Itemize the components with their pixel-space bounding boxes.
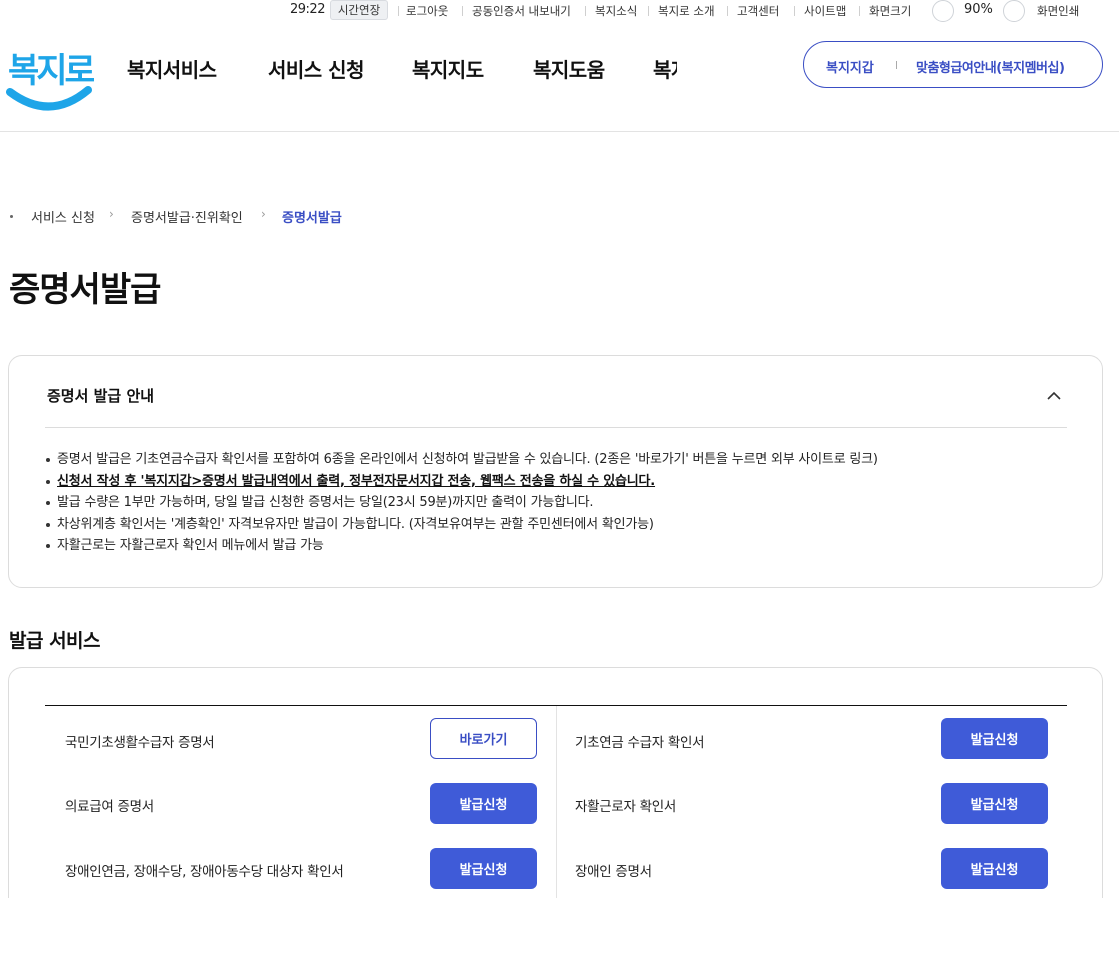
service-name: 기초연금 수급자 확인서	[575, 735, 705, 751]
divider	[727, 6, 728, 16]
guide-item: 증명서 발급은 기초연금수급자 확인서를 포함하여 6종을 온라인에서 신청하여…	[45, 449, 878, 471]
screen-size-label: 화면크기	[869, 4, 912, 18]
issuance-service-panel: 국민기초생활수급자 증명서 바로가기 기초연금 수급자 확인서 발급신청 의료급…	[8, 667, 1103, 927]
welfare-wallet-link[interactable]: 복지지갑	[826, 57, 874, 76]
sitemap-link[interactable]: 사이트맵	[804, 3, 846, 19]
guide-item-emphasis: 신청서 작성 후 '복지지갑>증명서 발급내역에서 출력, 정부전자문서지갑 전…	[45, 471, 878, 493]
divider	[648, 6, 649, 16]
guide-item: 자활근로는 자활근로자 확인서 메뉴에서 발급 가능	[45, 535, 878, 557]
zoom-in-button[interactable]	[1003, 0, 1025, 22]
export-certificate-link[interactable]: 공동인증서 내보내기	[472, 3, 571, 19]
utility-bar: 29:22 시간연장 로그아웃 공동인증서 내보내기 복지소식 복지로 소개 고…	[0, 0, 1119, 22]
apply-button[interactable]: 발급신청	[941, 783, 1048, 824]
service-name: 장애인 증명서	[575, 864, 652, 880]
customer-center-link[interactable]: 고객센터	[737, 3, 779, 19]
apply-button[interactable]: 발급신청	[430, 848, 537, 889]
extend-session-button[interactable]: 시간연장	[330, 0, 388, 20]
divider	[462, 6, 463, 16]
print-link[interactable]: 화면인쇄	[1037, 3, 1079, 19]
nav-welfare-help[interactable]: 복지도움	[533, 54, 605, 83]
guide-item: 차상위계층 확인서는 '계층확인' 자격보유자만 발급이 가능합니다. (자격보…	[45, 514, 878, 536]
service-name: 자활근로자 확인서	[575, 799, 676, 815]
nav-welfare-more[interactable]: 복지	[653, 54, 677, 83]
breadcrumb-current: 증명서발급	[282, 211, 342, 226]
service-name: 국민기초생활수급자 증명서	[65, 735, 215, 751]
zoom-level: 90%	[964, 2, 993, 17]
divider	[585, 6, 586, 16]
apply-button[interactable]: 발급신청	[941, 848, 1048, 889]
chevron-right-icon: ›	[261, 207, 266, 221]
bokjiro-logo-icon: 복지로	[6, 51, 99, 111]
service-section-title: 발급 서비스	[9, 630, 101, 652]
logo-text: 복지로	[8, 51, 94, 91]
breadcrumb-item[interactable]: 서비스 신청	[31, 207, 95, 226]
header-divider	[0, 131, 1119, 132]
divider	[896, 61, 897, 69]
issuance-guide-panel: 증명서 발급 안내 증명서 발급은 기초연금수급자 확인서를 포함하여 6종을 …	[8, 355, 1103, 588]
apply-button[interactable]: 발급신청	[941, 718, 1048, 759]
page-title: 증명서발급	[9, 270, 161, 310]
guide-divider	[45, 427, 1067, 428]
guide-list: 증명서 발급은 기초연금수급자 확인서를 포함하여 6종을 온라인에서 신청하여…	[45, 449, 878, 557]
session-timer: 29:22	[290, 2, 325, 17]
logout-link[interactable]: 로그아웃	[406, 3, 448, 19]
main-nav: 복지서비스 서비스 신청 복지지도 복지도움 복지	[127, 54, 677, 84]
go-link-button[interactable]: 바로가기	[430, 718, 537, 759]
membership-link[interactable]: 맞춤형급여안내(복지멤버십)	[916, 57, 1065, 76]
nav-welfare-map[interactable]: 복지지도	[412, 54, 484, 83]
home-dot-icon	[10, 215, 13, 218]
welfare-news-link[interactable]: 복지소식	[595, 3, 637, 19]
apply-button[interactable]: 발급신청	[430, 783, 537, 824]
viewport-bottom-mask	[0, 898, 1119, 961]
service-name: 의료급여 증명서	[65, 799, 154, 815]
quick-menu-pill: 복지지갑 맞춤형급여안내(복지멤버십)	[803, 41, 1103, 88]
about-link[interactable]: 복지로 소개	[658, 3, 715, 19]
guide-title: 증명서 발급 안내	[47, 387, 155, 405]
column-divider	[556, 706, 557, 906]
chevron-right-icon: ›	[109, 207, 114, 221]
divider	[859, 6, 860, 16]
chevron-up-icon[interactable]	[1047, 388, 1061, 402]
zoom-out-button[interactable]	[932, 0, 954, 22]
site-logo[interactable]: 복지로	[6, 38, 99, 116]
divider	[398, 6, 399, 16]
guide-item: 발급 수량은 1부만 가능하며, 당일 발급 신청한 증명서는 당일(23시 5…	[45, 492, 878, 514]
service-name: 장애인연금, 장애수당, 장애아동수당 대상자 확인서	[65, 864, 344, 880]
breadcrumb-item[interactable]: 증명서발급·진위확인	[131, 207, 243, 226]
nav-welfare-service[interactable]: 복지서비스	[127, 54, 217, 83]
nav-service-apply[interactable]: 서비스 신청	[268, 54, 364, 83]
divider	[794, 6, 795, 16]
